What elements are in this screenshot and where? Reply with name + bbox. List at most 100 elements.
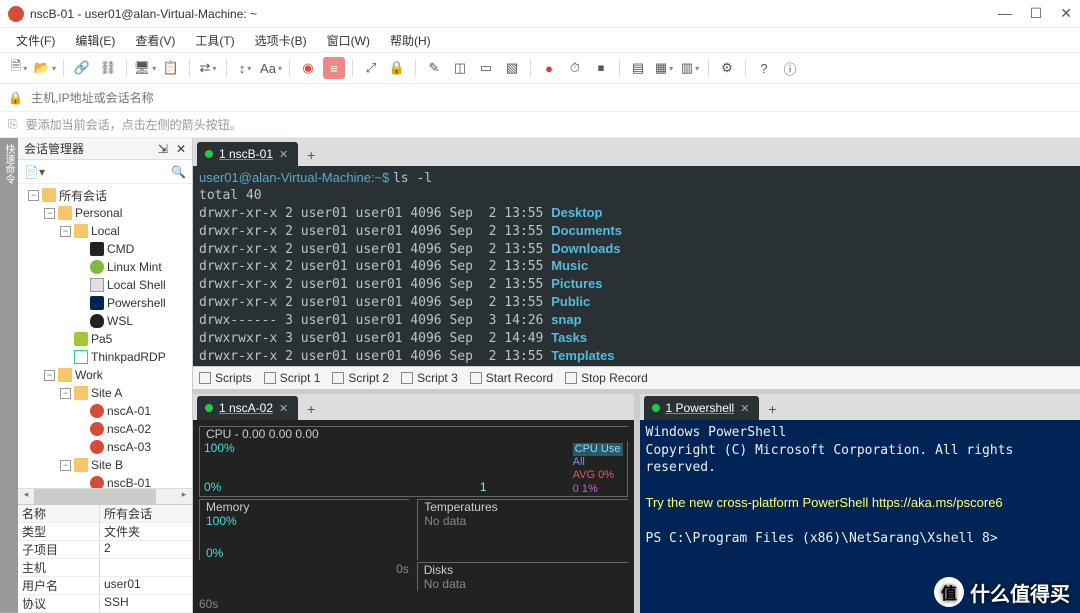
disconnect-icon[interactable]: ⛓	[97, 57, 119, 79]
start-record-button[interactable]: Start Record	[470, 371, 553, 385]
copy-icon[interactable]: 📋	[160, 57, 182, 79]
menu-view[interactable]: 查看(V)	[127, 30, 183, 51]
search-icon[interactable]: 🔍	[171, 165, 186, 179]
session-manager-panel: 会话管理器 ⇲ ✕ 📄▾ 🔍 −所有会话 −Personal −Local CM…	[18, 138, 193, 613]
menu-tools[interactable]: 工具(T)	[187, 30, 242, 51]
tab-close-icon[interactable]: ✕	[740, 402, 749, 415]
local-shell-icon[interactable]: 🖥	[134, 57, 156, 79]
tree-hscroll[interactable]: ◂▸	[18, 488, 192, 504]
stop-icon[interactable]: ⏹	[590, 57, 612, 79]
view1-icon[interactable]: ▤	[627, 57, 649, 79]
new-doc-icon[interactable]: 📄▾	[24, 165, 45, 179]
info-icon[interactable]: ⓘ	[779, 57, 801, 79]
new-tab-button[interactable]: +	[761, 398, 783, 420]
tab-close-icon[interactable]: ✕	[279, 402, 288, 415]
record-icon[interactable]: ●	[538, 57, 560, 79]
script3-button[interactable]: Script 3	[401, 371, 458, 385]
panel-close-icon[interactable]: ✕	[176, 142, 186, 156]
tree-root[interactable]: −所有会话	[18, 186, 192, 204]
separator	[415, 59, 416, 77]
tree-item-nsca02[interactable]: nscA-02	[18, 420, 192, 438]
session-tree[interactable]: −所有会话 −Personal −Local CMD Linux Mint Lo…	[18, 184, 192, 488]
stop-record-button[interactable]: Stop Record	[565, 371, 648, 385]
prop-type-k: 类型	[18, 523, 100, 541]
system-monitor[interactable]: CPU - 0.00 0.00 0.00 100% 0% 1 CPU Use A…	[193, 420, 634, 613]
tree-sitea[interactable]: −Site A	[18, 384, 192, 402]
help-icon[interactable]: ?	[753, 57, 775, 79]
fullscreen-icon[interactable]: ⤢	[360, 57, 382, 79]
tree-item-nsca03[interactable]: nscA-03	[18, 438, 192, 456]
tree-item-mint[interactable]: Linux Mint	[18, 258, 192, 276]
tree-item-localshell[interactable]: Local Shell	[18, 276, 192, 294]
maximize-button[interactable]: ☐	[1030, 5, 1043, 22]
layout1-icon[interactable]: ▭	[475, 57, 497, 79]
terminal-main[interactable]: user01@alan-Virtual-Machine:~$ ls -l tot…	[193, 166, 1080, 366]
new-tab-button[interactable]: +	[300, 144, 322, 166]
script2-button[interactable]: Script 2	[332, 371, 389, 385]
temp-title: Temperatures	[424, 500, 497, 514]
tree-item-thinkpad[interactable]: ThinkpadRDP	[18, 348, 192, 366]
list-icon[interactable]: ≡	[323, 57, 345, 79]
status-dot-icon	[205, 150, 213, 158]
erase-icon[interactable]: ◫	[449, 57, 471, 79]
new-session-icon[interactable]: 🗎	[8, 57, 30, 79]
address-input[interactable]	[31, 91, 1072, 105]
tab-close-icon[interactable]: ✕	[279, 148, 288, 161]
menu-file[interactable]: 文件(F)	[8, 30, 63, 51]
add-session-icon[interactable]: ⎘	[8, 117, 18, 132]
minimize-button[interactable]: —	[998, 5, 1012, 22]
new-tab-button[interactable]: +	[300, 398, 322, 420]
status-dot-icon	[205, 404, 213, 412]
swirl-icon[interactable]: ◉	[297, 57, 319, 79]
tree-local[interactable]: −Local	[18, 222, 192, 240]
sidetab-quickcmd[interactable]: 快速命令	[0, 138, 18, 613]
tree-item-cmd[interactable]: CMD	[18, 240, 192, 258]
tree-siteb[interactable]: −Site B	[18, 456, 192, 474]
tree-item-nsca01[interactable]: nscA-01	[18, 402, 192, 420]
memory-title: Memory	[206, 500, 249, 514]
window-close-button[interactable]: ✕	[1060, 5, 1072, 22]
script1-button[interactable]: Script 1	[264, 371, 321, 385]
tree-item-powershell[interactable]: Powershell	[18, 294, 192, 312]
session-manager-title: 会话管理器	[24, 140, 84, 157]
timer-icon[interactable]: ⏱	[564, 57, 586, 79]
temperatures-section: Temperatures No data	[417, 499, 627, 560]
lock-icon[interactable]: 🔒	[386, 57, 408, 79]
settings-icon[interactable]: ⚙	[716, 57, 738, 79]
tree-personal[interactable]: −Personal	[18, 204, 192, 222]
menu-tabs[interactable]: 选项卡(B)	[247, 30, 315, 51]
separator	[63, 59, 64, 77]
tab-nsca02[interactable]: 1 nscA-02 ✕	[197, 396, 298, 420]
tree-item-wsl[interactable]: WSL	[18, 312, 192, 330]
view3-icon[interactable]: ▥	[679, 57, 701, 79]
watermark-text: 什么值得买	[970, 578, 1070, 607]
prop-hdr-value[interactable]: 所有会话	[100, 505, 192, 523]
pin-icon[interactable]: ⇲	[158, 142, 168, 156]
edit-icon[interactable]: ✎	[423, 57, 445, 79]
layout2-icon[interactable]: ▧	[501, 57, 523, 79]
open-session-icon[interactable]: 📂	[34, 57, 56, 79]
reconnect-icon[interactable]: 🔗	[71, 57, 93, 79]
menu-edit[interactable]: 编辑(E)	[67, 30, 123, 51]
tab-nscb01[interactable]: 1 nscB-01 ✕	[197, 142, 298, 166]
cpu-title: CPU - 0.00 0.00 0.00	[199, 426, 628, 441]
session-manager-toolbar: 📄▾ 🔍	[18, 160, 192, 184]
lock-icon: 🔒	[8, 91, 23, 105]
prop-hdr-name[interactable]: 名称	[18, 505, 100, 523]
font-icon[interactable]: Aa	[260, 57, 282, 79]
watermark-badge: 值	[934, 577, 964, 607]
menu-help[interactable]: 帮助(H)	[382, 30, 439, 51]
menu-window[interactable]: 窗口(W)	[319, 30, 378, 51]
gauge-1: 1	[480, 480, 487, 494]
tile-icon[interactable]: ↕	[234, 57, 256, 79]
hint-text: 要添加当前会话，点击左侧的箭头按钮。	[26, 116, 242, 133]
pane-right-tabstrip: 1 Powershell ✕ +	[640, 394, 1080, 420]
tree-work[interactable]: −Work	[18, 366, 192, 384]
script-bar: Scripts Script 1 Script 2 Script 3 Start…	[193, 366, 1080, 390]
view2-icon[interactable]: ▦	[653, 57, 675, 79]
transfer-icon[interactable]: ⇄	[197, 57, 219, 79]
tree-item-nscb01[interactable]: nscB-01	[18, 474, 192, 488]
scripts-button[interactable]: Scripts	[199, 371, 252, 385]
tree-item-pa5[interactable]: Pa5	[18, 330, 192, 348]
tab-powershell[interactable]: 1 Powershell ✕	[644, 396, 760, 420]
